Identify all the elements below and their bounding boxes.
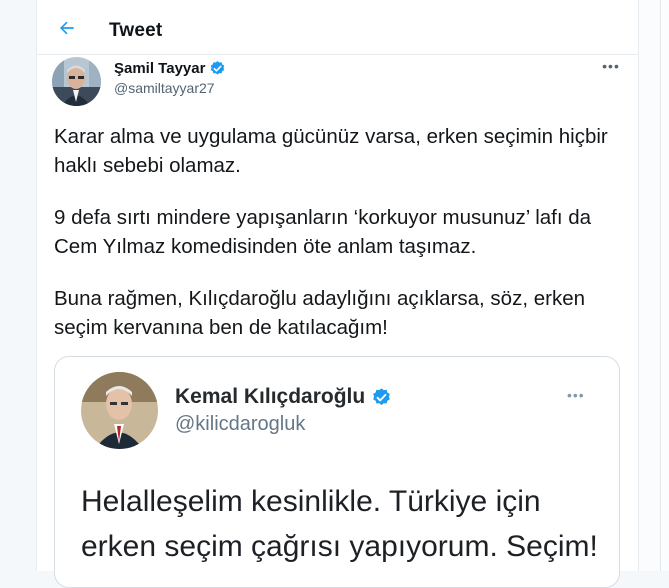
author-handle[interactable]: @samiltayyar27 xyxy=(114,80,215,96)
quoted-line: erken seçim çağrısı yapıyorum. Seçim! xyxy=(81,530,598,563)
author-name[interactable]: Şamil Tayyar xyxy=(114,60,226,77)
arrow-left-icon xyxy=(60,21,74,35)
right-column-background xyxy=(637,0,669,571)
author-avatar[interactable] xyxy=(52,57,101,106)
quoted-tweet-card[interactable]: Kemal Kılıçdaroğlu @kilicdarogluk ••• He… xyxy=(54,356,620,588)
verified-badge-icon xyxy=(211,61,225,75)
quoted-author-name[interactable]: Kemal Kılıçdaroğlu xyxy=(175,385,392,409)
quoted-author-avatar[interactable] xyxy=(81,372,158,449)
quoted-more-options-icon[interactable]: ••• xyxy=(567,387,585,403)
quoted-line: Helalleşelim kesinlikle. Türkiye için xyxy=(81,485,541,518)
tweet-paragraph: Karar alma ve uygulama gücünüz varsa, er… xyxy=(54,125,608,177)
tweet-detail-panel: Tweet Şamil Tayyar @samiltayyar27 ••• Ka… xyxy=(36,0,639,588)
tweet-paragraph: Buna rağmen, Kılıçdaroğlu adaylığını açı… xyxy=(54,287,586,339)
right-column-divider xyxy=(660,0,661,571)
quoted-tweet-text: Helalleşelim kesinlikle. Türkiye için er… xyxy=(81,479,611,569)
more-options-icon[interactable]: ••• xyxy=(600,58,622,76)
page-title: Tweet xyxy=(109,20,163,41)
verified-badge-icon xyxy=(373,387,391,405)
quoted-author-handle[interactable]: @kilicdarogluk xyxy=(175,413,305,436)
tweet-paragraph: 9 defa sırtı mindere yapışanların ‘korku… xyxy=(54,206,592,258)
quoted-author-name-text: Kemal Kılıçdaroğlu xyxy=(175,385,366,408)
page-header: Tweet xyxy=(37,0,638,55)
author-name-text: Şamil Tayyar xyxy=(114,60,206,77)
tweet-text: Karar alma ve uygulama gücünüz varsa, er… xyxy=(54,122,629,365)
back-button[interactable] xyxy=(55,16,79,40)
